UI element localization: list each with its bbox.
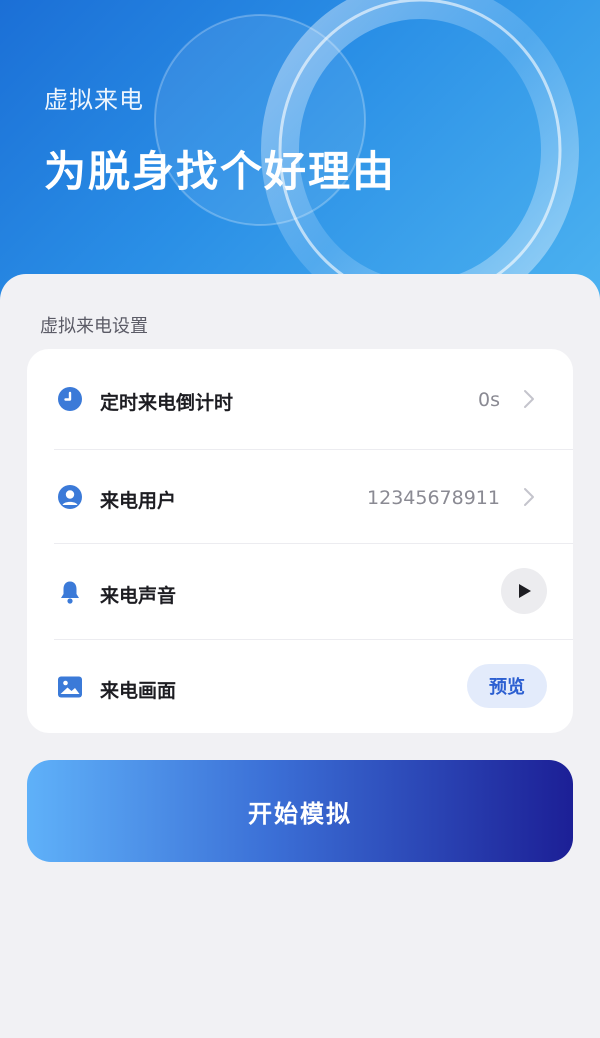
call-screen-label: 来电画面 <box>100 680 177 702</box>
start-simulation-button[interactable]: 开始模拟 <box>27 760 573 862</box>
caller-label: 来电用户 <box>100 490 177 512</box>
countdown-row[interactable]: 定时来电倒计时 0s <box>27 349 573 449</box>
image-icon <box>57 674 83 700</box>
ringtone-row: 来电声音 <box>27 544 573 639</box>
caller-value: 12345678911 <box>367 487 500 509</box>
clock-icon <box>57 386 83 412</box>
settings-card: 定时来电倒计时 0s 来电用户 12345678911 来电声音 来电画面 预览 <box>27 349 573 733</box>
preview-button[interactable]: 预览 <box>467 664 547 708</box>
play-icon <box>519 584 531 598</box>
section-title: 虚拟来电设置 <box>40 316 148 337</box>
countdown-value: 0s <box>478 389 500 411</box>
call-screen-row: 来电画面 预览 <box>27 640 573 733</box>
settings-sheet: 虚拟来电设置 定时来电倒计时 0s 来电用户 12345678911 来电声音 … <box>0 274 600 1038</box>
chevron-right-icon <box>524 488 534 506</box>
play-button[interactable] <box>501 568 547 614</box>
ringtone-label: 来电声音 <box>100 585 177 607</box>
bell-icon <box>57 579 83 605</box>
hero-title: 为脱身找个好理由 <box>44 147 397 196</box>
caller-row[interactable]: 来电用户 12345678911 <box>27 450 573 543</box>
user-icon <box>57 484 83 510</box>
countdown-label: 定时来电倒计时 <box>100 392 234 414</box>
hero-banner: 虚拟来电 为脱身找个好理由 <box>0 0 600 300</box>
hero-subtitle: 虚拟来电 <box>44 86 144 114</box>
chevron-right-icon <box>524 390 534 408</box>
